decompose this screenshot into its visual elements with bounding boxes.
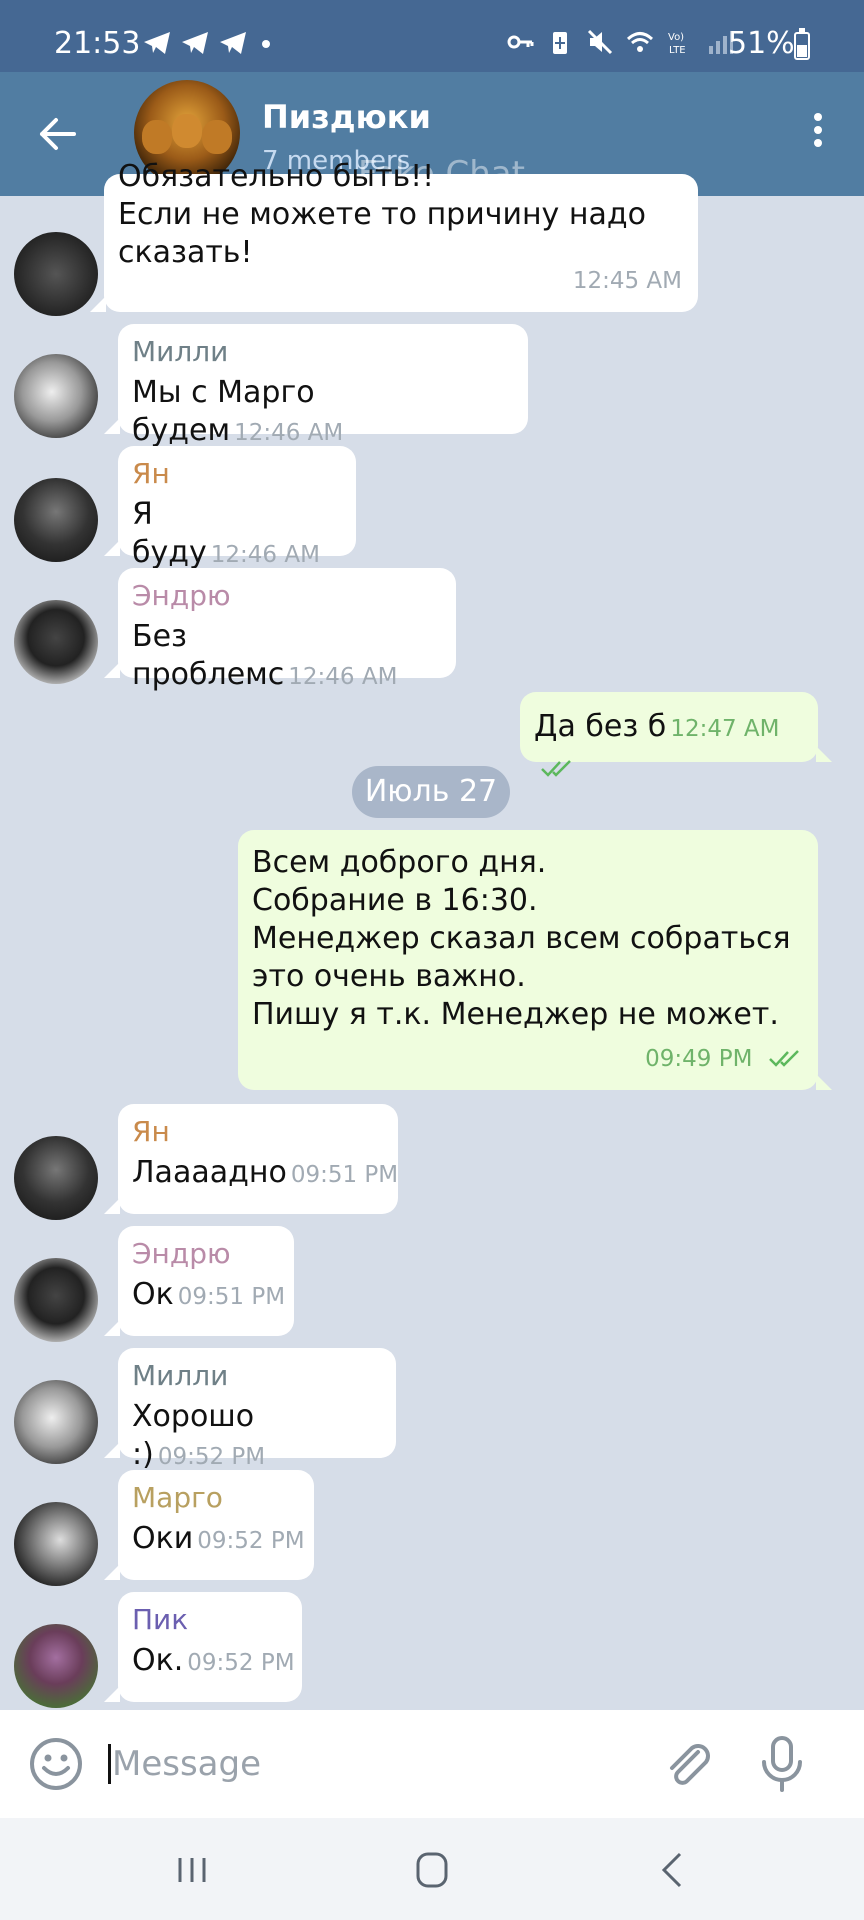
message-time: 09:51 PM [290, 1162, 399, 1188]
sender-name[interactable]: Ян [132, 456, 340, 492]
status-time: 21:53 [54, 26, 141, 61]
message-bubble[interactable]: Пик Ок. 09:52 PM [104, 1592, 302, 1702]
outgoing-message-bubble[interactable]: Да без б 12:47 AM [520, 692, 832, 777]
telegram-icon [182, 32, 208, 54]
message-time: 09:52 PM [157, 1444, 266, 1470]
message-time: 09:52 PM [187, 1650, 295, 1676]
chat-title[interactable]: Пиздюки [262, 98, 431, 136]
sender-name[interactable]: Ян [132, 1114, 382, 1150]
system-icons: Vo) LTE [506, 28, 734, 56]
message-text: Без проблемс [132, 619, 285, 692]
message-bubble[interactable]: Милли Хорошо :) 09:52 PM [104, 1348, 396, 1472]
back-arrow-icon[interactable] [30, 106, 86, 162]
message-time: 12:46 AM [288, 664, 398, 690]
message-time: 12:46 AM [234, 420, 344, 446]
message-time: 12:47 AM [670, 716, 780, 742]
date-divider: Июль 27 [352, 766, 510, 818]
message-time: 12:45 AM [572, 268, 682, 294]
battery-percent: 51% [728, 26, 795, 61]
emoji-icon[interactable] [28, 1736, 84, 1792]
message-composer [0, 1710, 864, 1818]
message-bubble[interactable]: Ян Я буду 12:46 AM [104, 446, 356, 570]
avatar[interactable] [14, 1624, 98, 1708]
wifi-icon [626, 32, 654, 52]
message-bubble[interactable]: Марго Оки 09:52 PM [104, 1470, 314, 1580]
double-check-icon [541, 759, 571, 777]
microphone-icon[interactable] [754, 1734, 810, 1794]
message-time: 09:52 PM [197, 1528, 305, 1554]
message-bubble[interactable]: Эндрю Без проблемс 12:46 AM [104, 568, 456, 692]
sender-name[interactable]: Марго [132, 1480, 298, 1516]
mute-icon [587, 29, 613, 55]
sender-name[interactable]: Эндрю [132, 578, 440, 614]
telegram-icon [144, 32, 170, 54]
message-text: Оки [132, 1521, 194, 1556]
battery-icon [794, 28, 810, 60]
sender-name[interactable]: Пик [132, 1602, 286, 1638]
status-bar: 21:53 Vo) LTE 51% [0, 0, 864, 72]
avatar[interactable] [14, 354, 98, 438]
message-time: 12:46 AM [210, 542, 320, 568]
telegram-icon [220, 32, 246, 54]
sender-name[interactable]: Милли [132, 1358, 380, 1394]
message-bubble[interactable]: Эндрю Ок 09:51 PM [104, 1226, 294, 1336]
notification-icons [142, 30, 248, 56]
message-input[interactable] [112, 1736, 632, 1792]
sender-name[interactable]: Эндрю [132, 1236, 278, 1272]
message-time: 09:51 PM [177, 1284, 286, 1310]
message-text: Ок. [132, 1643, 184, 1678]
message-bubble[interactable]: Милли Мы с Марго будем 12:46 AM [104, 324, 528, 448]
message-bubble[interactable]: Обязательно быть!! Если не можете то при… [90, 159, 698, 312]
svg-text:Vo): Vo) [668, 32, 684, 43]
more-notifications-dot [262, 40, 270, 48]
message-text: Всем доброго дня. Собрание в 16:30. Мене… [252, 845, 791, 1032]
double-check-icon [769, 1049, 799, 1067]
avatar[interactable] [14, 1258, 98, 1342]
battery-saver-icon [553, 32, 567, 54]
avatar[interactable] [14, 232, 98, 316]
recent-apps-icon[interactable] [162, 1848, 222, 1892]
message-text: Ок [132, 1277, 174, 1312]
avatar[interactable] [14, 1136, 98, 1220]
message-bubble[interactable]: Ян Лаааадно 09:51 PM [104, 1104, 399, 1214]
message-text: Лаааадно [132, 1155, 287, 1190]
svg-text:LTE: LTE [669, 45, 686, 56]
avatar[interactable] [14, 1380, 98, 1464]
back-nav-icon[interactable] [644, 1848, 704, 1892]
outgoing-message-bubble[interactable]: Всем доброго дня. Собрание в 16:30. Мене… [238, 830, 832, 1090]
attach-icon[interactable] [660, 1736, 716, 1792]
avatar[interactable] [14, 600, 98, 684]
message-text: Я буду [132, 497, 207, 570]
text-caret [108, 1744, 111, 1784]
avatar[interactable] [14, 1502, 98, 1586]
more-options-icon[interactable] [800, 108, 836, 158]
message-time: 09:49 PM [645, 1046, 753, 1072]
key-icon [507, 35, 534, 49]
home-icon[interactable] [402, 1848, 462, 1892]
sender-name[interactable]: Милли [132, 334, 512, 370]
volte-icon: Vo) LTE [668, 32, 686, 56]
system-nav-bar [0, 1818, 864, 1920]
message-text: Обязательно быть!! Если не можете то при… [118, 159, 646, 270]
avatar[interactable] [14, 478, 98, 562]
message-text: Да без б [534, 709, 667, 744]
